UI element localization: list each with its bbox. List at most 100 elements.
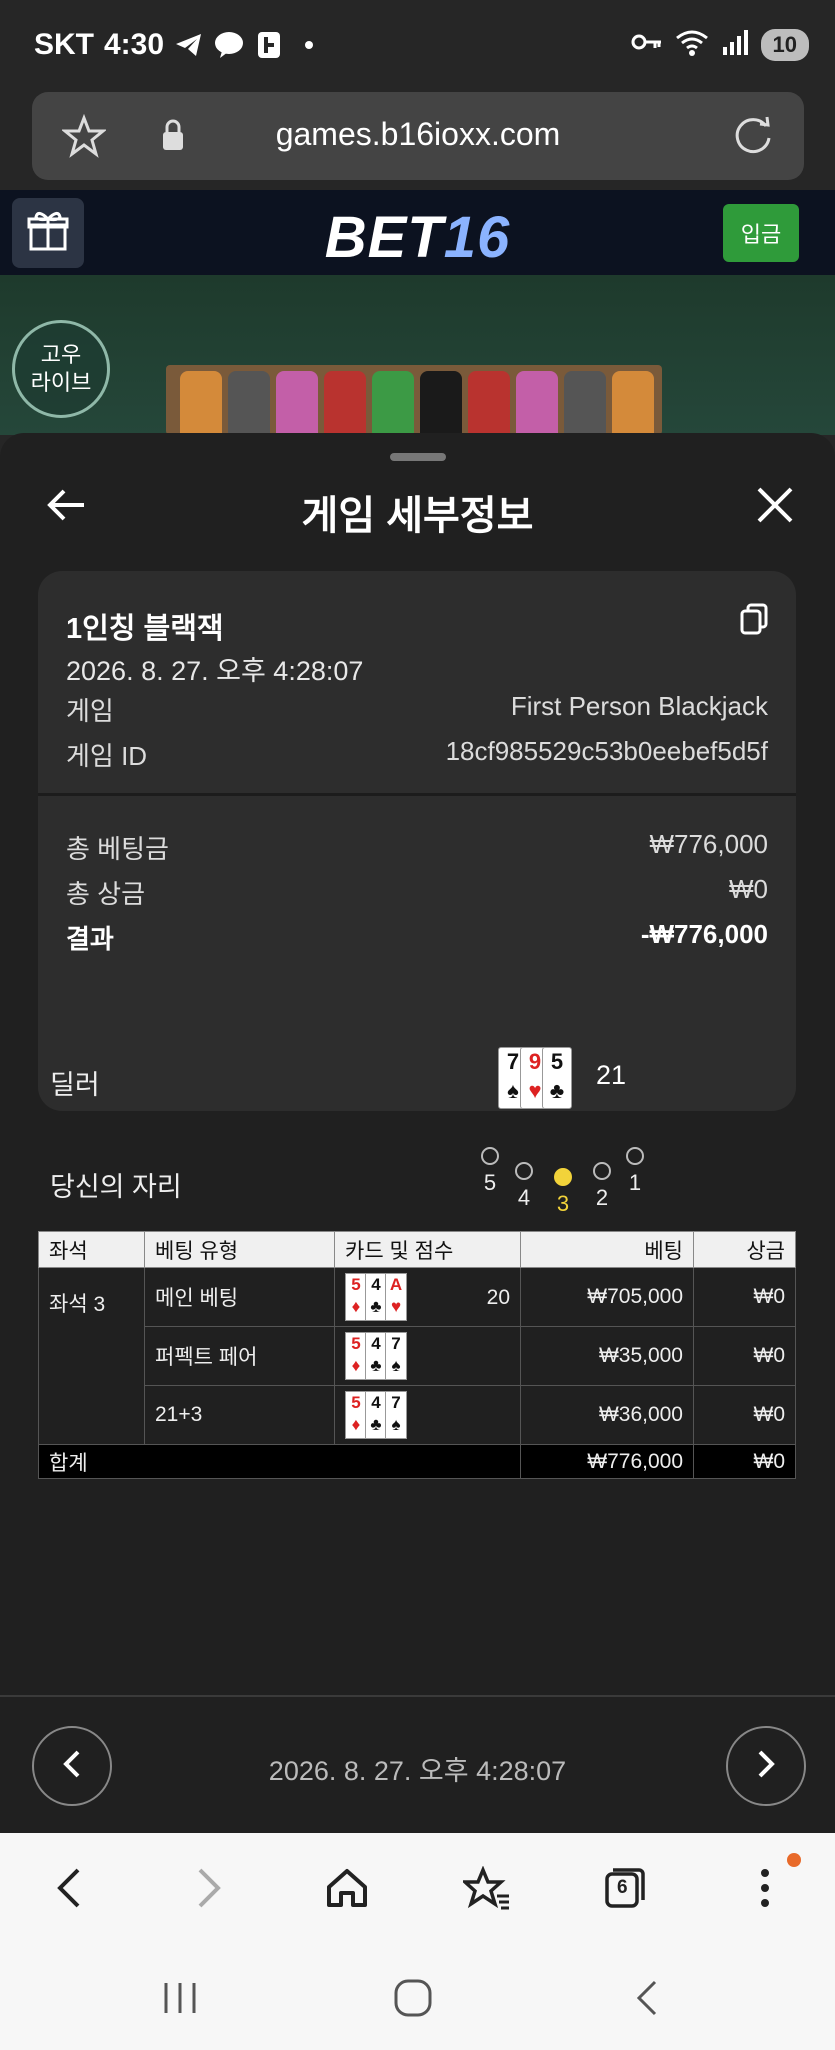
cards-cell: 5 ♦4 ♣A ♥ 20 xyxy=(334,1267,521,1327)
chip-stack xyxy=(468,371,510,441)
clock: 4:30 xyxy=(104,28,165,61)
summary-label: 총 베팅금 xyxy=(66,834,169,864)
info-value[interactable]: 18cf985529c53b0eebef5d5f xyxy=(446,736,768,773)
url-text[interactable]: games.b16ioxx.com xyxy=(32,116,804,153)
signal-icon xyxy=(721,29,749,60)
column-header: 상금 xyxy=(693,1231,796,1268)
chevron-right-icon xyxy=(754,1749,778,1784)
browser-forward-button[interactable] xyxy=(184,1863,234,1913)
card-divider xyxy=(38,793,796,796)
win-amount-cell: ₩0 xyxy=(693,1385,796,1445)
total-bet-cell: ₩776,000 xyxy=(520,1444,694,1479)
drag-handle[interactable] xyxy=(390,453,446,461)
live-badge-line1: 고우 xyxy=(40,342,82,367)
bet-amount-cell: ₩36,000 xyxy=(520,1385,694,1445)
seat-number-active: 3 xyxy=(556,1191,570,1216)
chip-stack xyxy=(276,371,318,441)
copy-icon[interactable] xyxy=(740,603,768,640)
telegram-icon xyxy=(174,30,204,60)
wifi-icon xyxy=(675,28,709,61)
summary-value: ₩0 xyxy=(729,874,768,904)
summary-label: 결과 xyxy=(66,924,114,954)
seat-cell: 좌석 3 xyxy=(38,1267,145,1445)
dealer-card: 5 ♣ xyxy=(542,1047,572,1109)
site-header: BET16 입금 xyxy=(0,190,835,275)
column-header: 베팅 유형 xyxy=(144,1231,335,1268)
status-bar: SKT 4:30 10 xyxy=(0,0,835,90)
site-logo[interactable]: BET16 xyxy=(0,204,835,271)
seat-dot-active xyxy=(554,1168,572,1186)
bet-type-cell: 퍼펙트 페어 xyxy=(144,1326,335,1386)
next-game-button[interactable] xyxy=(726,1726,806,1806)
tabs-count: 6 xyxy=(617,1877,628,1898)
playing-card: 5 ♦ xyxy=(345,1391,367,1439)
chip-stack xyxy=(420,371,462,441)
column-header: 좌석 xyxy=(38,1231,145,1268)
table-row: 좌석 3 메인 베팅 5 ♦4 ♣A ♥ 20 ₩705,000 ₩0 xyxy=(38,1267,796,1445)
reload-icon[interactable] xyxy=(730,112,776,163)
modal-title: 게임 세부정보 xyxy=(301,494,534,538)
column-header: 베팅 xyxy=(520,1231,694,1268)
summary-label: 총 상금 xyxy=(66,879,145,909)
b-app-icon xyxy=(254,30,284,60)
bet-type-cell: 메인 베팅 xyxy=(144,1267,335,1327)
footer-divider xyxy=(0,1695,835,1697)
dealer-score: 21 xyxy=(596,1060,627,1090)
browser-toolbar: 6 xyxy=(0,1833,835,1943)
footer-datetime: 2026. 8. 27. 오후 4:28:07 xyxy=(268,1756,567,1786)
url-bar[interactable]: games.b16ioxx.com xyxy=(32,92,804,180)
column-header: 카드 및 점수 xyxy=(334,1231,521,1268)
card-rank: 7 xyxy=(506,1049,520,1074)
playing-card: 5 ♦ xyxy=(345,1273,367,1321)
browser-back-button[interactable] xyxy=(44,1863,94,1913)
summary-row-total-bet: 총 베팅금 ₩776,000 xyxy=(66,829,768,866)
system-back-button[interactable] xyxy=(622,1973,672,2023)
logo-text-16: 16 xyxy=(443,205,511,270)
chip-stack xyxy=(324,371,366,441)
recent-apps-button[interactable] xyxy=(155,1973,205,2023)
playing-card: 4 ♣ xyxy=(365,1332,387,1380)
bookmarks-button[interactable] xyxy=(462,1863,512,1913)
seat-number: 4 xyxy=(517,1185,531,1210)
info-label: 게임 ID xyxy=(66,741,148,771)
playing-card: 4 ♣ xyxy=(365,1391,387,1439)
cards-cell: 5 ♦4 ♣7 ♠ xyxy=(334,1385,521,1445)
table-row: 21+3 5 ♦4 ♣7 ♠ ₩36,000 ₩0 xyxy=(39,1385,796,1445)
bet-detail-table: 좌석 베팅 유형 카드 및 점수 베팅 상금 좌석 3 메인 베팅 5 ♦4 ♣A ♥… xyxy=(38,1231,796,1479)
playing-card: 7 ♠ xyxy=(385,1391,407,1439)
bet-amount-cell: ₩705,000 xyxy=(520,1267,694,1327)
notification-dot-icon xyxy=(294,30,324,60)
game-detail-modal: 게임 세부정보 1인칭 블랙잭 2026. 8. 27. 오후 4:28:07 … xyxy=(0,433,835,1833)
live-badge[interactable]: 고우 라이브 xyxy=(12,320,110,418)
total-win-cell: ₩0 xyxy=(693,1444,796,1479)
seat-label: 당신의 자리 xyxy=(50,1172,182,1202)
home-button[interactable] xyxy=(322,1863,372,1913)
deposit-button[interactable]: 입금 xyxy=(723,204,799,262)
bet-amount-cell: ₩35,000 xyxy=(520,1326,694,1386)
system-home-button[interactable] xyxy=(388,1973,438,2023)
chip-stack xyxy=(228,371,270,441)
summary-row-result: 결과 -₩776,000 xyxy=(66,919,768,956)
hand-score: 20 xyxy=(486,1286,510,1309)
seat-dot xyxy=(481,1147,499,1165)
bet-type-cell: 21+3 xyxy=(144,1385,335,1445)
playing-card: 7 ♠ xyxy=(385,1332,407,1380)
system-nav-bar xyxy=(0,1943,835,2050)
table-total-row: 합계 ₩776,000 ₩0 xyxy=(38,1444,796,1479)
playing-card: 5 ♦ xyxy=(345,1332,367,1380)
playing-card: A ♥ xyxy=(385,1273,407,1321)
card-rank: 9 xyxy=(528,1049,542,1074)
info-row-game: 게임 First Person Blackjack xyxy=(66,691,768,728)
summary-row-total-win: 총 상금 ₩0 xyxy=(66,874,768,911)
table-header-row: 좌석 베팅 유형 카드 및 점수 베팅 상금 xyxy=(38,1231,796,1268)
chip-stack xyxy=(372,371,414,441)
tabs-button[interactable]: 6 xyxy=(600,1863,650,1913)
card-suit: ♣ xyxy=(549,1078,565,1103)
game-name: 1인칭 블랙잭 xyxy=(66,613,224,645)
logo-text-bet: BET xyxy=(324,205,444,270)
playing-card: 4 ♣ xyxy=(365,1273,387,1321)
seat-dot xyxy=(593,1162,611,1180)
kakaotalk-icon xyxy=(214,30,244,60)
more-menu-button[interactable] xyxy=(740,1863,790,1913)
close-icon[interactable] xyxy=(755,485,795,530)
